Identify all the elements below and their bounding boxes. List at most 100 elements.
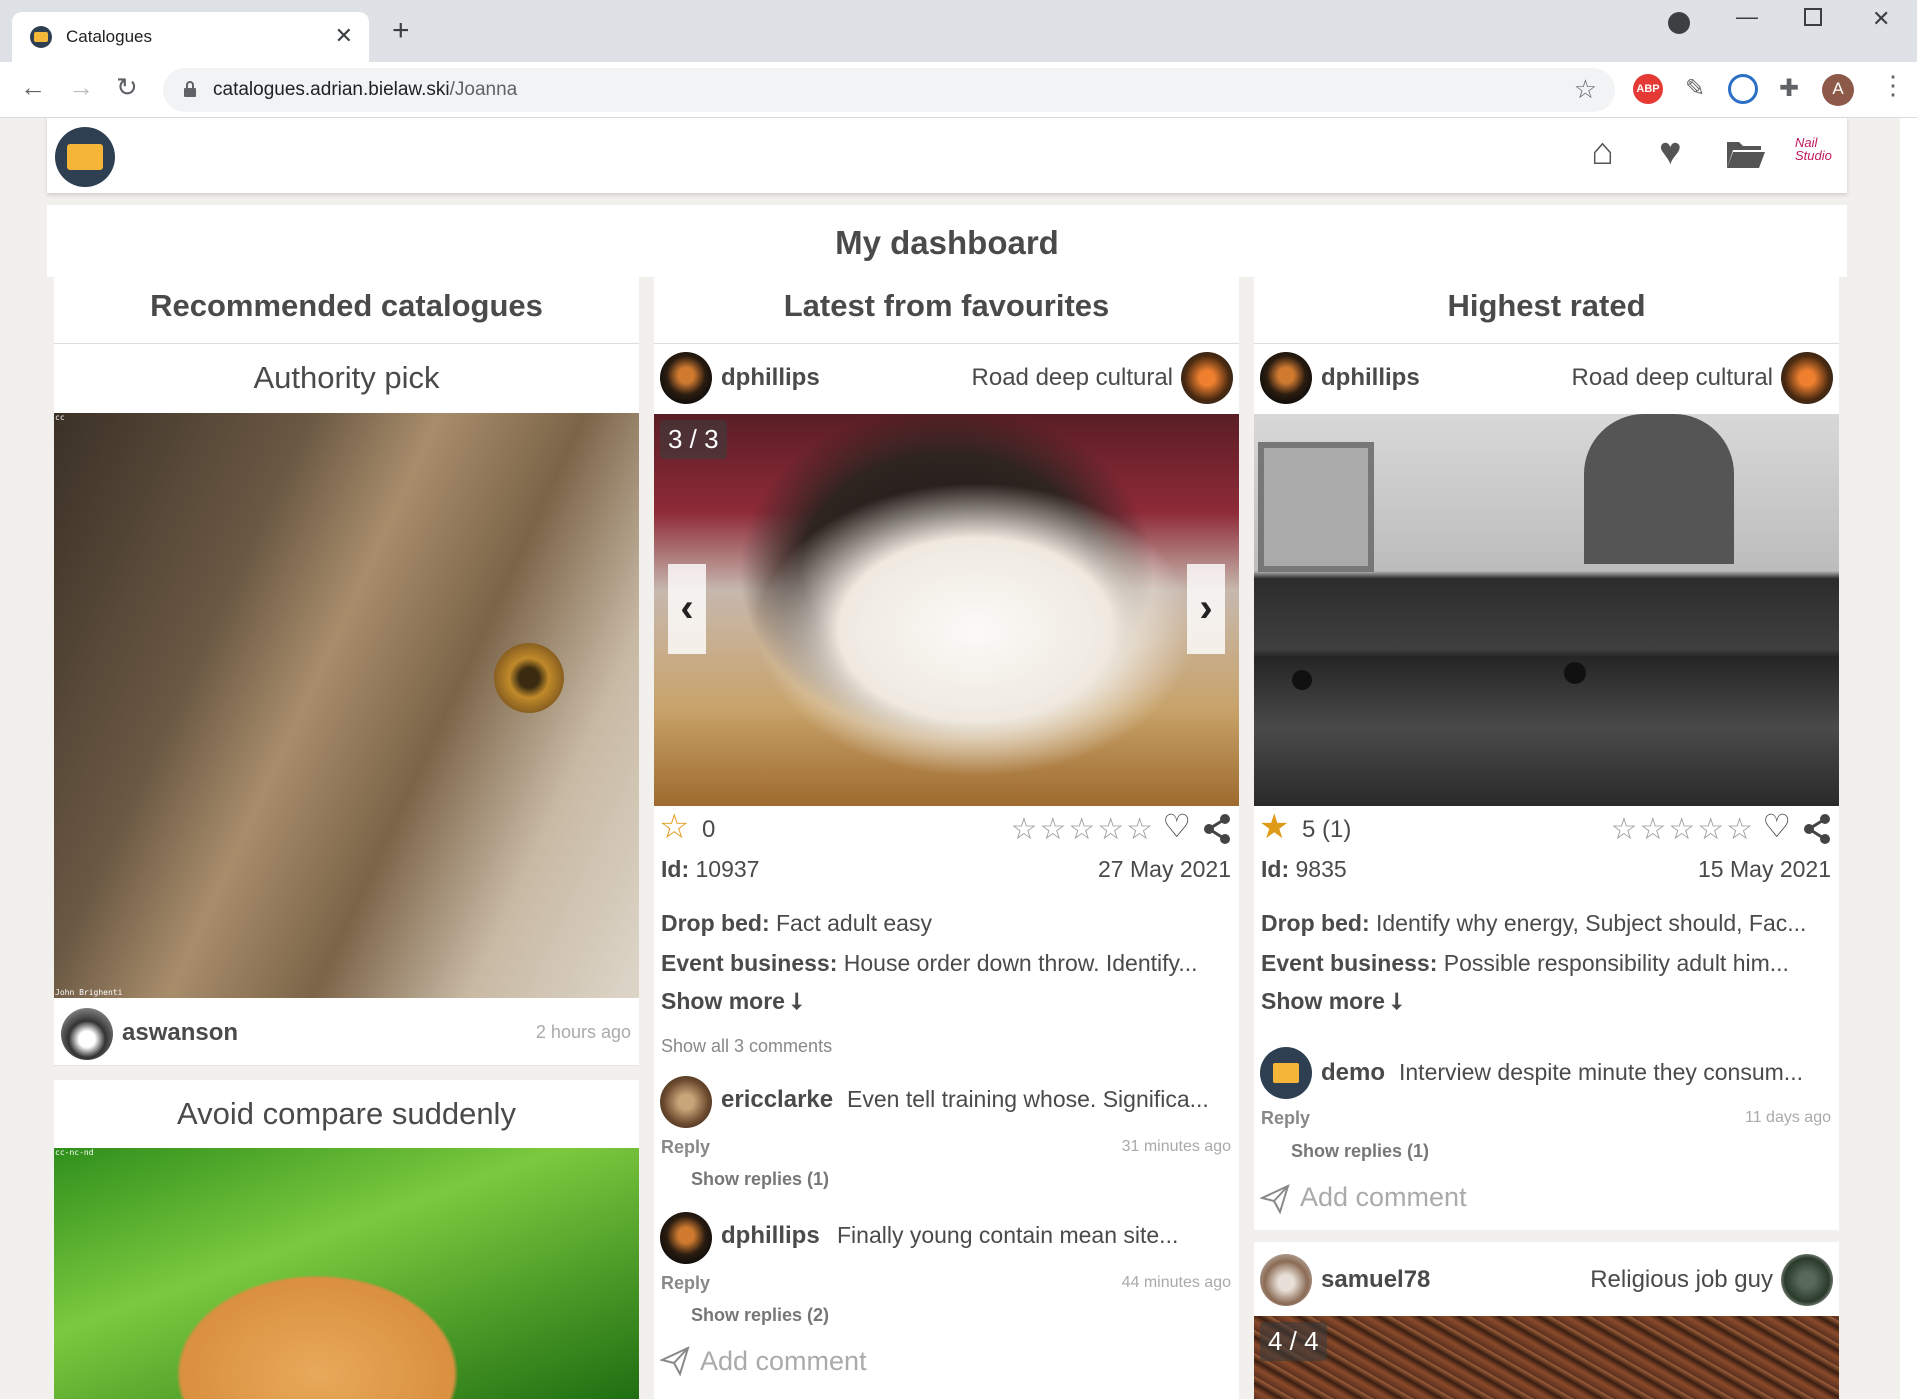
page-scrollbar[interactable] bbox=[1900, 118, 1917, 1399]
comment-avatar[interactable] bbox=[660, 1212, 712, 1264]
next-image-arrow-icon[interactable]: › bbox=[1187, 564, 1225, 654]
maximize-icon[interactable] bbox=[1804, 8, 1822, 26]
user-avatar[interactable] bbox=[1260, 352, 1312, 404]
home-icon[interactable]: ⌂ bbox=[1591, 133, 1614, 171]
catalogue-footer: aswanson 2 hours ago bbox=[54, 998, 639, 1066]
catalogue-avatar[interactable] bbox=[1781, 352, 1833, 404]
react-devtools-icon[interactable] bbox=[1728, 74, 1758, 104]
browser-tab[interactable]: Catalogues ✕ bbox=[12, 12, 369, 62]
send-icon[interactable] bbox=[660, 1346, 690, 1376]
share-icon[interactable] bbox=[1203, 814, 1231, 844]
show-replies-link[interactable]: Show replies (2) bbox=[691, 1305, 829, 1326]
user-avatar[interactable] bbox=[660, 352, 712, 404]
item-header: dphillips Road deep cultural bbox=[1254, 344, 1839, 414]
reply-link[interactable]: Reply bbox=[1261, 1108, 1310, 1129]
favourite-heart-icon[interactable]: ♡ bbox=[1162, 810, 1191, 842]
photo-credit: John Brighenti bbox=[55, 988, 123, 997]
send-icon[interactable] bbox=[1260, 1184, 1290, 1214]
browser-tabbar: Catalogues ✕ + ― ✕ bbox=[0, 0, 1917, 62]
menu-kebab-icon[interactable]: ⋮ bbox=[1880, 72, 1906, 98]
browser-toolbar: ← → ↻ catalogues.adrian.bielaw.ski/Joann… bbox=[0, 62, 1917, 118]
catalogue-image[interactable]: cc-nc-nd bbox=[54, 1148, 639, 1399]
item-date: 15 May 2021 bbox=[1698, 856, 1831, 882]
item-id: Id: 9835 bbox=[1261, 856, 1347, 882]
show-more-button[interactable]: Show more ⭣ bbox=[1261, 988, 1402, 1015]
catalogue-title[interactable]: Avoid compare suddenly bbox=[54, 1080, 639, 1148]
forward-icon[interactable]: → bbox=[68, 74, 94, 100]
close-window-icon[interactable]: ✕ bbox=[1872, 6, 1890, 32]
reply-link[interactable]: Reply bbox=[661, 1137, 710, 1158]
extensions-puzzle-icon[interactable]: ✚ bbox=[1774, 74, 1804, 104]
catalogue-avatar[interactable] bbox=[1781, 1254, 1833, 1306]
column-title: Recommended catalogues bbox=[54, 268, 639, 344]
add-comment-input[interactable]: Add comment bbox=[1300, 1182, 1467, 1213]
user-studio-avatar[interactable]: Nail Studio bbox=[1795, 136, 1832, 176]
address-bar[interactable]: catalogues.adrian.bielaw.ski/Joanna ☆ bbox=[163, 68, 1615, 112]
profile-avatar[interactable]: A bbox=[1822, 74, 1854, 106]
new-tab-button[interactable]: + bbox=[392, 16, 410, 46]
user-avatar[interactable] bbox=[1260, 1254, 1312, 1306]
app-navbar: ⌂ ♥ Nail Studio bbox=[47, 118, 1847, 193]
show-more-button[interactable]: Show more ⭣ bbox=[661, 988, 802, 1015]
share-icon[interactable] bbox=[1803, 814, 1831, 844]
rating-star-icon: ☆ bbox=[659, 808, 690, 846]
user-avatar[interactable] bbox=[61, 1008, 113, 1060]
rating-value: 0 bbox=[702, 816, 716, 843]
catalogue-name[interactable]: Road deep cultural bbox=[1572, 364, 1773, 392]
latest-column: Latest from favourites dphillips Road de… bbox=[654, 268, 1239, 1399]
catalogue-image[interactable]: 4 / 4 bbox=[1254, 1316, 1839, 1399]
bookmark-star-icon[interactable]: ☆ bbox=[1574, 74, 1597, 105]
tab-search-icon[interactable] bbox=[1668, 12, 1690, 34]
timestamp: 2 hours ago bbox=[535, 1022, 631, 1042]
prev-image-arrow-icon[interactable]: ‹ bbox=[668, 564, 706, 654]
comment-time: 11 days ago bbox=[1745, 1109, 1831, 1126]
minimize-icon[interactable]: ― bbox=[1736, 4, 1758, 30]
username[interactable]: samuel78 bbox=[1321, 1266, 1430, 1294]
comment-username[interactable]: dphillips bbox=[721, 1222, 820, 1250]
back-icon[interactable]: ← bbox=[20, 74, 46, 100]
show-replies-link[interactable]: Show replies (1) bbox=[691, 1169, 829, 1190]
comment-avatar[interactable] bbox=[660, 1076, 712, 1128]
catalogue-image[interactable]: cc John Brighenti bbox=[54, 413, 639, 998]
comment-username[interactable]: ericclarke bbox=[721, 1086, 833, 1114]
username[interactable]: dphillips bbox=[1321, 364, 1420, 392]
license-label: cc bbox=[55, 413, 65, 422]
lock-icon bbox=[184, 81, 196, 97]
rate-stars-icon[interactable]: ☆☆☆☆☆ bbox=[1011, 812, 1155, 847]
catalogue-name[interactable]: Road deep cultural bbox=[972, 364, 1173, 392]
comment-avatar[interactable] bbox=[1260, 1047, 1312, 1099]
app-logo-folder-icon[interactable] bbox=[55, 127, 115, 187]
license-label: cc-nc-nd bbox=[55, 1148, 94, 1157]
tab-close-icon[interactable]: ✕ bbox=[335, 23, 353, 49]
username[interactable]: aswanson bbox=[122, 1019, 238, 1047]
catalogue-title[interactable]: Authority pick bbox=[54, 344, 639, 412]
item-header: dphillips Road deep cultural bbox=[654, 344, 1239, 414]
rating-row: ★ 5 (1) ☆☆☆☆☆ ♡ bbox=[1254, 806, 1839, 854]
comment-time: 44 minutes ago bbox=[1121, 1274, 1231, 1291]
catalogue-image[interactable]: 3 / 3 ‹ › bbox=[654, 414, 1239, 806]
rate-stars-icon[interactable]: ☆☆☆☆☆ bbox=[1611, 812, 1755, 847]
favourites-heart-icon[interactable]: ♥ bbox=[1659, 133, 1682, 171]
comment-username[interactable]: demo bbox=[1321, 1059, 1385, 1087]
favourite-heart-icon[interactable]: ♡ bbox=[1762, 810, 1791, 842]
reply-link[interactable]: Reply bbox=[661, 1273, 710, 1294]
eyedropper-icon[interactable]: ✎ bbox=[1680, 74, 1710, 104]
url-text: catalogues.adrian.bielaw.ski/Joanna bbox=[213, 79, 518, 100]
cat-eye-shape bbox=[494, 643, 564, 713]
catalogues-folder-icon[interactable] bbox=[1725, 138, 1765, 170]
catalogue-avatar[interactable] bbox=[1181, 352, 1233, 404]
tab-title: Catalogues bbox=[66, 27, 153, 46]
catalogue-image[interactable] bbox=[1254, 414, 1839, 806]
show-all-comments-link[interactable]: Show all 3 comments bbox=[661, 1036, 832, 1057]
field-event-business: Event business: Possible responsibility … bbox=[1261, 950, 1789, 976]
add-comment-input[interactable]: Add comment bbox=[700, 1346, 867, 1377]
show-replies-link[interactable]: Show replies (1) bbox=[1291, 1141, 1429, 1162]
username[interactable]: dphillips bbox=[721, 364, 820, 392]
adblock-icon[interactable]: ABP bbox=[1633, 74, 1663, 104]
comment-text: Interview despite minute they consum... bbox=[1399, 1059, 1803, 1085]
comment-time: 31 minutes ago bbox=[1121, 1138, 1231, 1155]
reload-icon[interactable]: ↻ bbox=[116, 74, 138, 100]
rating-star-filled-icon: ★ bbox=[1259, 808, 1290, 846]
cat-silhouette-shape bbox=[1584, 414, 1734, 564]
catalogue-name[interactable]: Religious job guy bbox=[1590, 1266, 1773, 1294]
